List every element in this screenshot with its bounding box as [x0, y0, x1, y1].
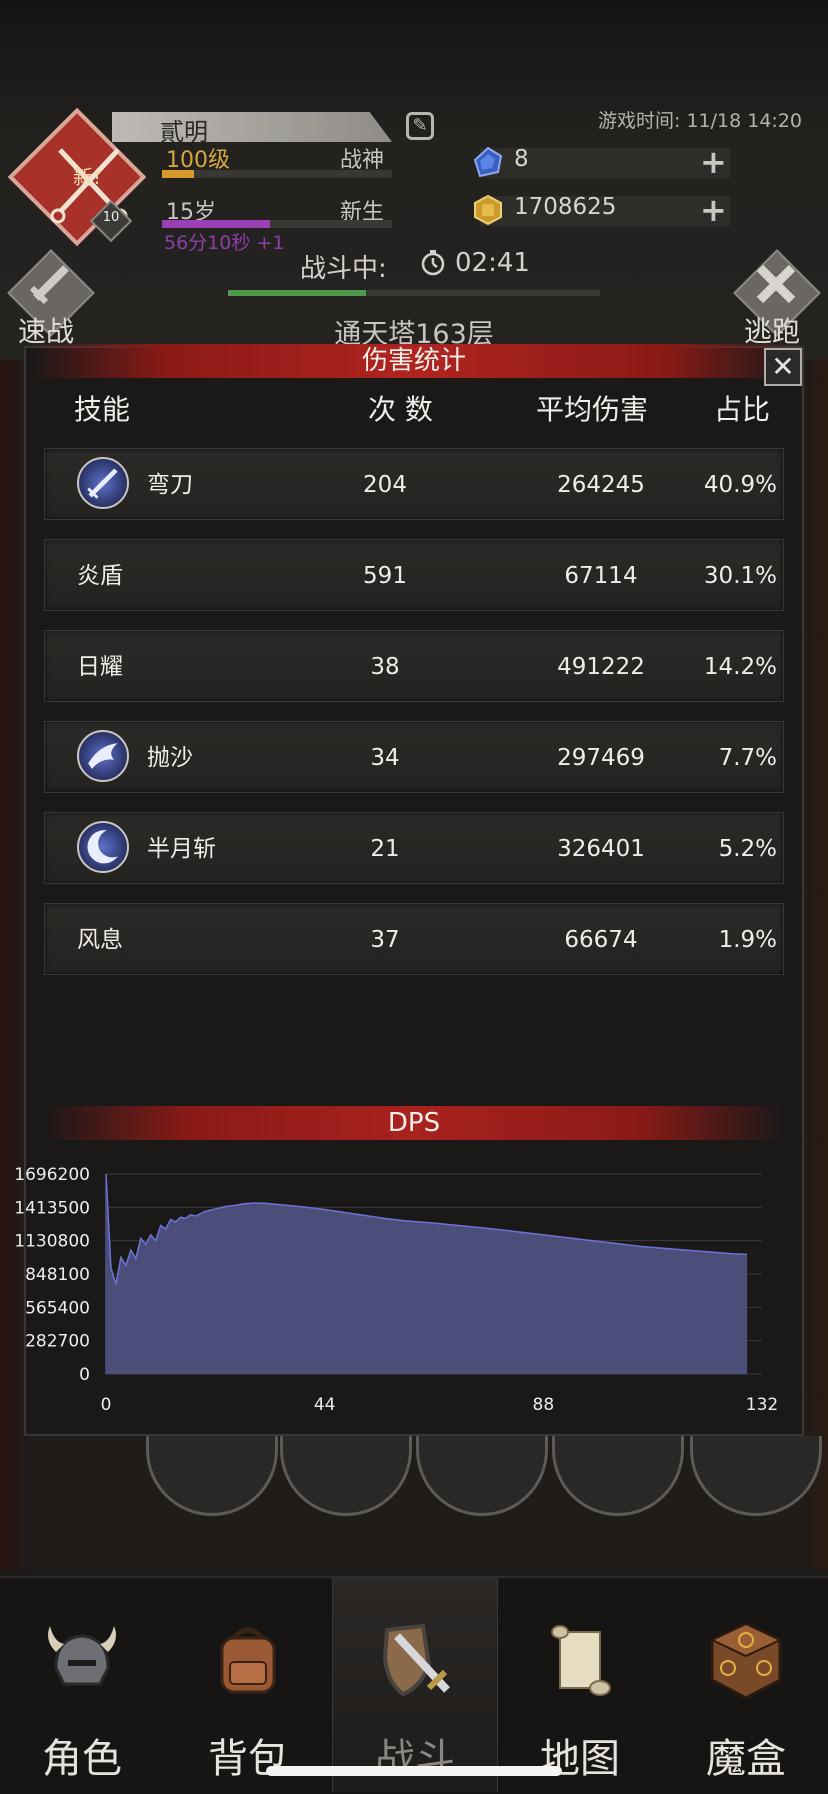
- damage-share: 30.1%: [703, 563, 777, 589]
- table-row: 弯刀 204 264245 40.9%: [44, 448, 784, 520]
- gold-icon: [474, 194, 502, 226]
- backpack-icon: [220, 1627, 276, 1694]
- table-row: 抛沙 34 297469 7.7%: [44, 721, 784, 793]
- helmet-icon: [48, 1626, 116, 1686]
- nav-item-backpack[interactable]: 背包: [166, 1578, 330, 1792]
- popup-title: 伤害统计: [361, 346, 466, 376]
- add-gold-button[interactable]: +: [700, 194, 727, 226]
- y-tick-label: 1413500: [14, 1198, 90, 1218]
- damage-share: 7.7%: [718, 745, 777, 771]
- gold-count: 1708625: [514, 194, 617, 220]
- skill-name: 弯刀: [147, 472, 193, 498]
- y-tick-label: 0: [79, 1365, 90, 1385]
- nav-item-magic-box[interactable]: 魔盒: [664, 1578, 828, 1792]
- battle-progress-fill: [228, 290, 366, 296]
- age-progress-fill: [162, 220, 271, 228]
- x-tick-label: 132: [746, 1395, 778, 1415]
- blue-gem-icon: [473, 146, 503, 178]
- cross-icon: [756, 264, 796, 304]
- y-tick-label: 848100: [25, 1265, 90, 1285]
- table-row: 半月斩 21 326401 5.2%: [44, 812, 784, 884]
- nav-item-character[interactable]: 角色: [0, 1578, 164, 1792]
- hit-count: 34: [370, 745, 400, 771]
- level-progress-track: [162, 170, 392, 178]
- column-header-count: 次 数: [368, 393, 433, 426]
- column-header-share: 占比: [714, 393, 771, 426]
- game-time: 游戏时间: 11/18 14:20: [598, 110, 802, 132]
- x-tick-label: 88: [533, 1395, 555, 1415]
- hit-count: 37: [370, 927, 400, 953]
- level-progress-fill: [162, 170, 195, 178]
- name-plate: [112, 112, 392, 142]
- avg-damage: 297469: [557, 745, 645, 771]
- skill-name: 半月斩: [147, 836, 216, 862]
- table-row: 风息 37 66674 1.9%: [44, 903, 784, 975]
- column-header-skill: 技能: [74, 393, 131, 426]
- nav-item-map[interactable]: 地图: [498, 1578, 662, 1792]
- damage-share: 1.9%: [718, 927, 777, 953]
- avg-damage: 66674: [564, 927, 638, 953]
- gem-count: 8: [514, 146, 529, 172]
- hit-count: 591: [363, 563, 407, 589]
- y-tick-label: 1130800: [14, 1232, 90, 1252]
- skill-name: 日耀: [77, 654, 123, 680]
- nav-label: 角色: [42, 1736, 122, 1782]
- avatar-badge: 新!: [72, 165, 102, 189]
- nav-item-battle[interactable]: 战斗: [332, 1578, 498, 1792]
- sword-skill-icon: [77, 457, 129, 509]
- magic-box-icon: [709, 1622, 783, 1700]
- hit-count: 204: [363, 472, 407, 498]
- nav-label: 魔盒: [706, 1736, 786, 1782]
- avg-damage: 67114: [564, 563, 638, 589]
- add-gems-button[interactable]: +: [700, 146, 727, 178]
- column-header-avg-damage: 平均伤害: [536, 393, 649, 426]
- skill-name: 风息: [77, 927, 123, 953]
- skill-name: 炎盾: [77, 563, 123, 589]
- level-badge-text: 10: [102, 210, 120, 225]
- x-tick-label: 44: [314, 1395, 336, 1415]
- dps-area: [106, 1174, 748, 1374]
- hit-count: 38: [370, 654, 400, 680]
- age-timer: 56分10秒 +1: [164, 232, 285, 254]
- damage-share: 5.2%: [718, 836, 777, 862]
- table-row: 日耀 38 491222 14.2%: [44, 630, 784, 702]
- sand-skill-icon: [77, 730, 129, 782]
- battle-state: 战斗中:: [300, 254, 387, 284]
- table-row: 炎盾 591 67114 30.1%: [44, 539, 784, 611]
- edit-icon[interactable]: ✎: [406, 112, 434, 140]
- skill-name: 抛沙: [147, 745, 193, 771]
- sword-shield-icon: [382, 1623, 450, 1697]
- chart-title: DPS: [387, 1108, 441, 1138]
- crescent-skill-icon: [77, 821, 129, 873]
- damage-share: 14.2%: [703, 654, 777, 680]
- damage-share: 40.9%: [703, 472, 777, 498]
- avg-damage: 326401: [557, 836, 645, 862]
- x-tick-label: 0: [101, 1395, 112, 1415]
- hit-count: 21: [370, 836, 400, 862]
- close-button[interactable]: ✕: [764, 348, 802, 386]
- dps-chart: 0 282700 565400 848100 1130800 1413500 1696200…: [14, 1165, 778, 1415]
- y-tick-label: 565400: [25, 1298, 90, 1318]
- scroll-map-icon: [551, 1625, 611, 1696]
- y-tick-label: 1696200: [14, 1165, 90, 1185]
- avg-damage: 264245: [557, 472, 645, 498]
- y-tick-label: 282700: [25, 1332, 90, 1352]
- home-indicator[interactable]: [266, 1766, 562, 1776]
- stopwatch-icon: [421, 250, 445, 276]
- avg-damage: 491222: [557, 654, 645, 680]
- battle-timer: 02:41: [455, 248, 530, 278]
- sword-icon: [29, 265, 69, 305]
